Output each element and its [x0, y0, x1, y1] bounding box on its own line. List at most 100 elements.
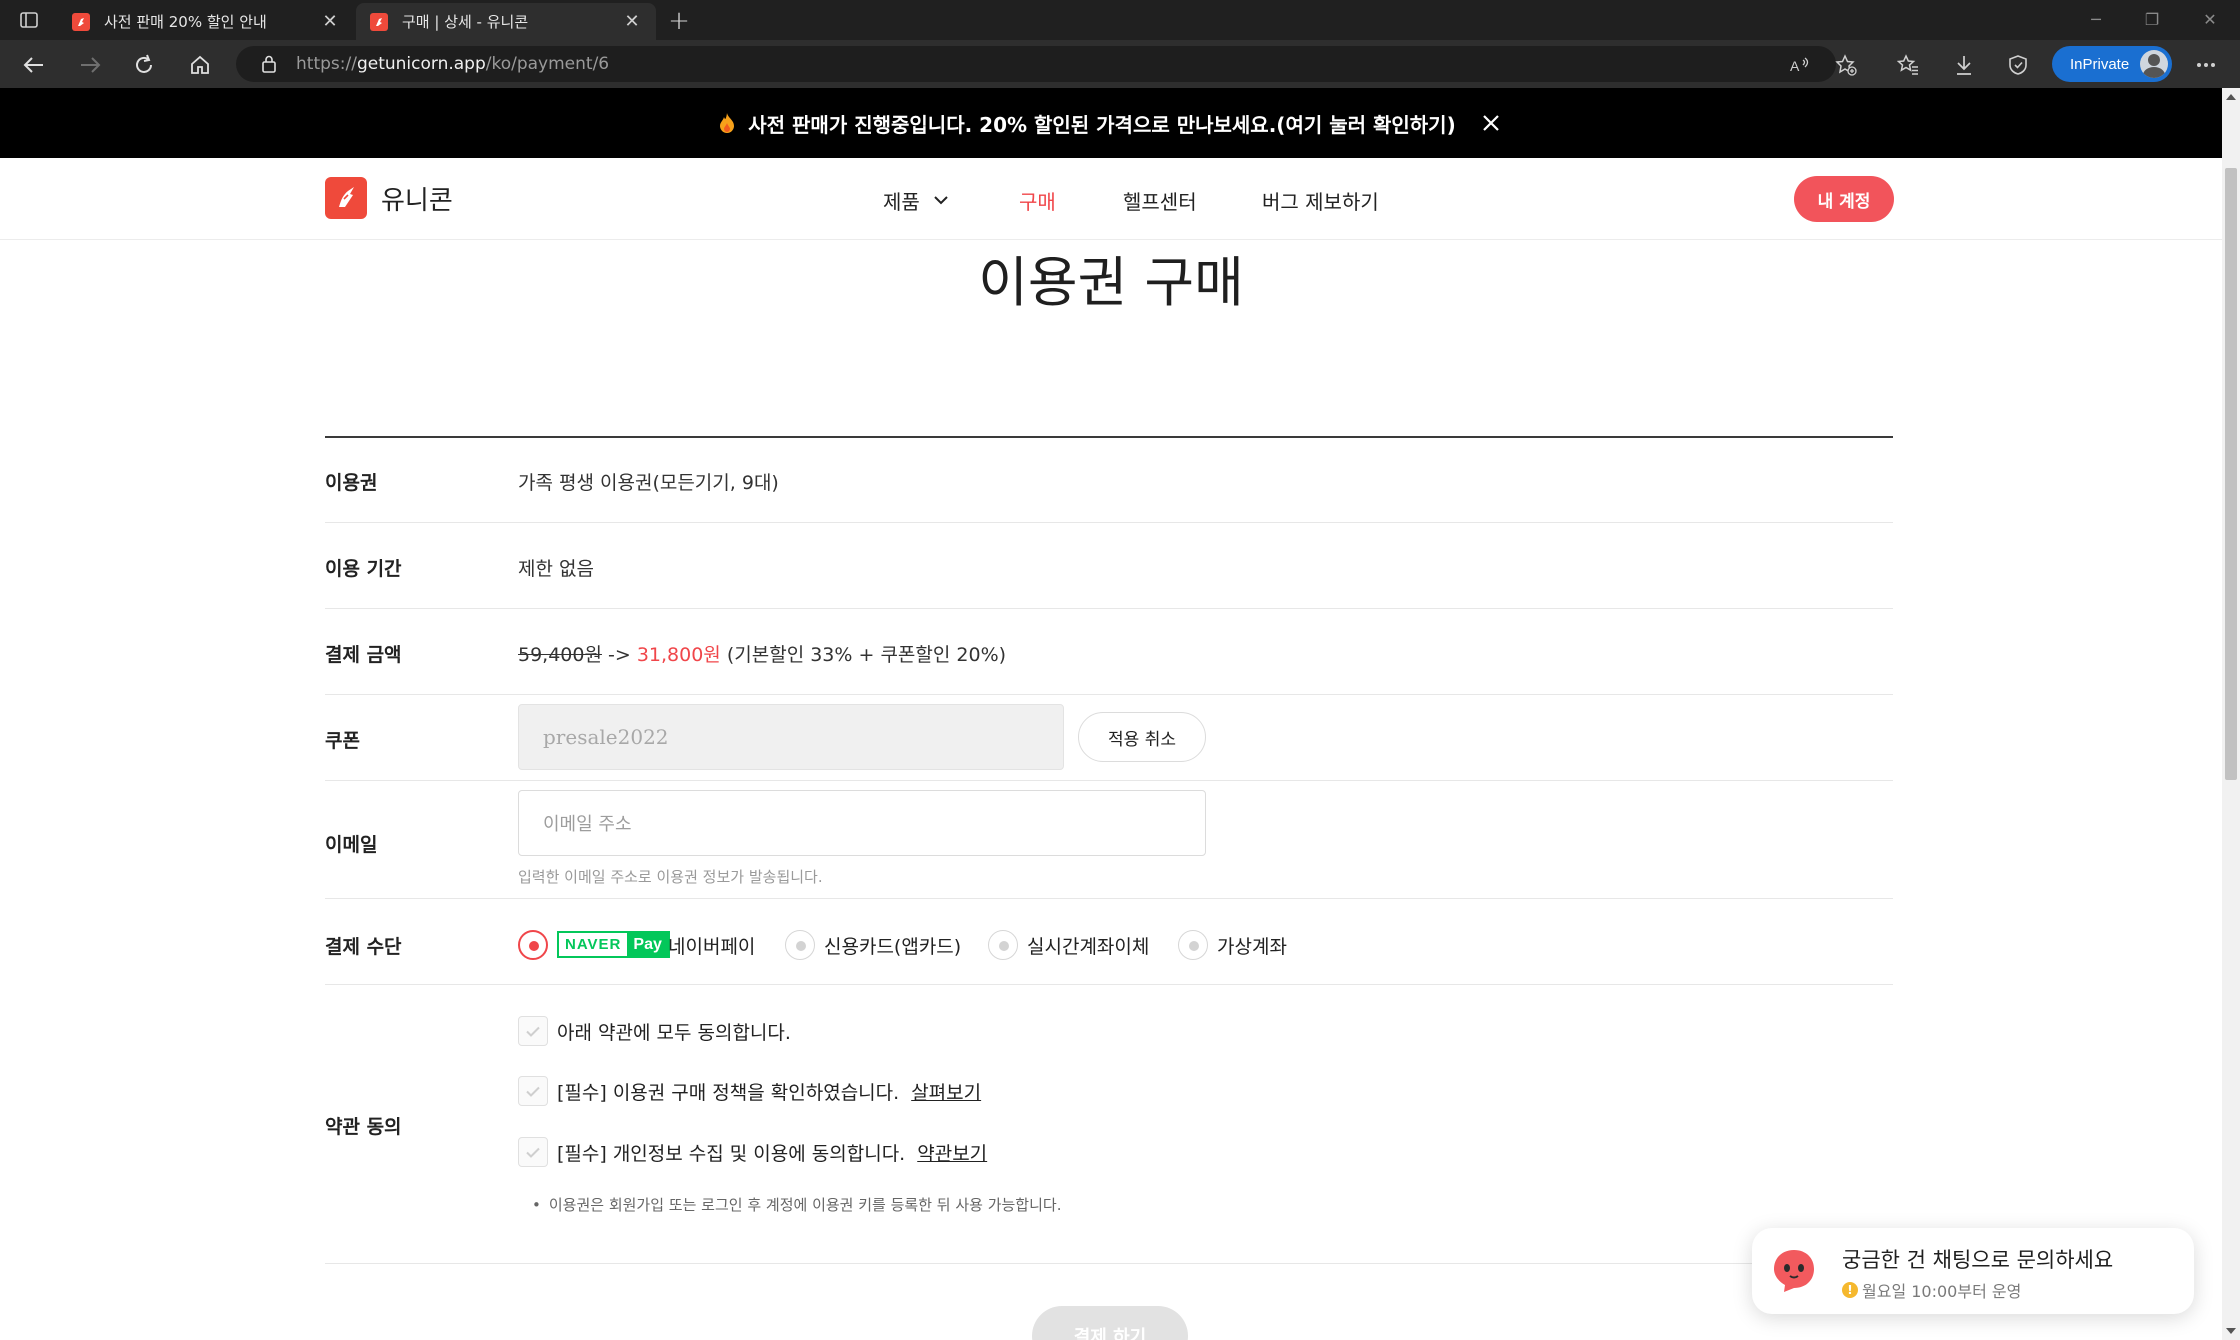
browser-tab-presale[interactable]: 사전 판매 20% 할인 안내 ✕	[58, 3, 354, 40]
privacy-text[interactable]: [필수] 개인정보 수집 및 이용에 동의합니다.	[557, 1143, 905, 1165]
naver-pay-logo: NAVER Pay	[557, 931, 670, 958]
menu-products[interactable]: 제품	[883, 186, 948, 215]
page-viewport: 사전 판매가 진행중입니다. 20% 할인된 가격으로 만나보세요.(여기 눌러…	[0, 88, 2222, 1340]
home-icon[interactable]	[184, 49, 216, 81]
unicorn-logo-icon	[325, 177, 367, 219]
read-aloud-icon[interactable]: A	[1784, 49, 1816, 81]
agree-all-label[interactable]: 아래 약관에 모두 동의합니다.	[557, 1018, 791, 1045]
page-title: 이용권 구매	[978, 251, 1244, 314]
price-value: 59,400원 -> 31,800원 (기본할인 33% + 쿠폰할인 20%)	[518, 640, 1006, 667]
scroll-up-arrow-icon[interactable]	[2226, 94, 2236, 100]
site-logo[interactable]: 유니콘	[325, 177, 453, 219]
refresh-icon[interactable]	[128, 49, 160, 81]
add-favorite-icon[interactable]	[1830, 49, 1862, 81]
radio-credit-card[interactable]	[785, 930, 815, 960]
menu-help-center[interactable]: 헬프센터	[1123, 186, 1197, 215]
row-divider	[325, 898, 1893, 899]
chat-hours-text: 월요일 10:00부터 운영	[1862, 1282, 2022, 1301]
naver-pay-label[interactable]: 네이버페이	[668, 932, 755, 959]
row-divider	[325, 1263, 1893, 1264]
email-label: 이메일	[325, 834, 378, 856]
tab-close-icon[interactable]: ✕	[622, 11, 642, 32]
site-header: 유니콘 제품 구매 헬프센터 버그 제보하기 내 계정	[0, 158, 2222, 240]
usage-note: • 이용권은 회원가입 또는 로그인 후 계정에 이용권 키를 등록한 뒤 사용 …	[532, 1194, 1061, 1215]
plan-value: 가족 평생 이용권(모든기기, 9대)	[518, 472, 779, 494]
svg-text:A: A	[1790, 58, 1800, 74]
naver-badge-left: NAVER	[559, 933, 628, 956]
window-close-icon[interactable]: ✕	[2190, 4, 2230, 34]
radio-bank-transfer[interactable]	[988, 930, 1018, 960]
warning-icon: !	[1842, 1282, 1858, 1298]
browser-toolbar: https://getunicorn.app/ko/payment/6 A In…	[0, 40, 2240, 88]
period-value: 제한 없음	[518, 558, 594, 580]
more-menu-icon[interactable]	[2190, 49, 2222, 81]
naver-badge-right: Pay	[627, 933, 668, 956]
coupon-input-value: presale2022	[543, 725, 669, 749]
chat-widget[interactable]: 궁금한 건 채팅으로 문의하세요 ! 월요일 10:00부터 운영	[1752, 1228, 2194, 1314]
original-price: 59,400원	[518, 644, 602, 666]
radio-virtual-account[interactable]	[1178, 930, 1208, 960]
policy-label: [필수] 이용권 구매 정책을 확인하였습니다. 살펴보기	[557, 1078, 981, 1105]
tab-actions-icon[interactable]	[16, 8, 42, 32]
radio-naver-pay[interactable]	[518, 930, 548, 960]
address-bar[interactable]: https://getunicorn.app/ko/payment/6	[236, 46, 1836, 82]
bullet-icon: •	[532, 1196, 541, 1214]
price-label: 결제 금액	[325, 644, 402, 666]
tab-close-icon[interactable]: ✕	[320, 11, 340, 32]
payment-method-label: 결제 수단	[325, 936, 402, 958]
promo-close-icon[interactable]	[1478, 110, 1504, 136]
unicorn-favicon-icon	[72, 12, 90, 31]
policy-checkbox[interactable]	[518, 1076, 548, 1106]
minimize-icon[interactable]: ─	[2076, 4, 2116, 34]
forward-arrow-icon[interactable]	[74, 49, 106, 81]
row-divider	[325, 984, 1893, 985]
privacy-view-link[interactable]: 약관보기	[917, 1143, 987, 1165]
lock-icon[interactable]	[258, 53, 280, 75]
agree-all-checkbox[interactable]	[518, 1016, 548, 1046]
profile-avatar-icon	[2140, 50, 2168, 78]
chevron-down-icon	[934, 196, 948, 205]
chat-title: 궁금한 건 채팅으로 문의하세요	[1842, 1248, 2114, 1272]
email-input[interactable]: 이메일 주소	[518, 790, 1206, 856]
page-scrollbar[interactable]	[2222, 88, 2240, 1340]
back-arrow-icon[interactable]	[18, 49, 50, 81]
plan-label: 이용권	[325, 472, 378, 494]
scrollbar-thumb[interactable]	[2225, 168, 2237, 780]
browser-tab-strip: 사전 판매 20% 할인 안내 ✕ 구매 | 상세 - 유니콘 ✕ + ─ ❐ …	[0, 0, 2240, 40]
unicorn-favicon-icon	[370, 12, 388, 31]
privacy-checkbox[interactable]	[518, 1137, 548, 1167]
virtual-account-label[interactable]: 가상계좌	[1217, 932, 1287, 959]
menu-products-label: 제품	[883, 190, 920, 214]
coupon-cancel-button[interactable]: 적용 취소	[1078, 712, 1206, 762]
policy-view-link[interactable]: 살펴보기	[911, 1082, 981, 1104]
coupon-input[interactable]: presale2022	[518, 704, 1064, 770]
price-arrow: ->	[601, 644, 637, 666]
bank-transfer-label[interactable]: 실시간계좌이체	[1027, 932, 1149, 959]
usage-note-text: 이용권은 회원가입 또는 로그인 후 계정에 이용권 키를 등록한 뒤 사용 가…	[548, 1196, 1062, 1214]
chat-bot-icon	[1770, 1246, 1818, 1294]
my-account-button[interactable]: 내 계정	[1794, 176, 1894, 222]
menu-bug-report[interactable]: 버그 제보하기	[1262, 186, 1379, 215]
credit-card-label[interactable]: 신용카드(앱카드)	[824, 932, 961, 959]
inprivate-badge[interactable]: InPrivate	[2052, 46, 2172, 82]
row-divider	[325, 522, 1893, 523]
discount-info: (기본할인 33% + 쿠폰할인 20%)	[720, 644, 1007, 666]
browser-essentials-icon[interactable]	[2002, 49, 2034, 81]
browser-tab-purchase[interactable]: 구매 | 상세 - 유니콘 ✕	[356, 3, 656, 40]
email-help-text: 입력한 이메일 주소로 이용권 정보가 발송됩니다.	[518, 868, 823, 886]
scroll-down-arrow-icon[interactable]	[2226, 1328, 2236, 1334]
coupon-label: 쿠폰	[325, 730, 360, 752]
menu-purchase[interactable]: 구매	[1019, 186, 1056, 215]
promo-banner[interactable]: 사전 판매가 진행중입니다. 20% 할인된 가격으로 만나보세요.(여기 눌러…	[0, 88, 2222, 158]
chat-hours: ! 월요일 10:00부터 운영	[1842, 1278, 2021, 1302]
privacy-label: [필수] 개인정보 수집 및 이용에 동의합니다. 약관보기	[557, 1139, 987, 1166]
terms-label: 약관 동의	[325, 1116, 402, 1138]
tab-title: 사전 판매 20% 할인 안내	[104, 13, 267, 31]
pay-button[interactable]: 결제 하기	[1032, 1306, 1188, 1340]
favorites-icon[interactable]	[1892, 49, 1924, 81]
url-path: /ko/payment/6	[485, 54, 610, 74]
restore-icon[interactable]: ❐	[2132, 4, 2172, 34]
policy-text[interactable]: [필수] 이용권 구매 정책을 확인하였습니다.	[557, 1082, 899, 1104]
new-tab-plus-icon[interactable]: +	[664, 6, 694, 36]
downloads-icon[interactable]	[1948, 49, 1980, 81]
